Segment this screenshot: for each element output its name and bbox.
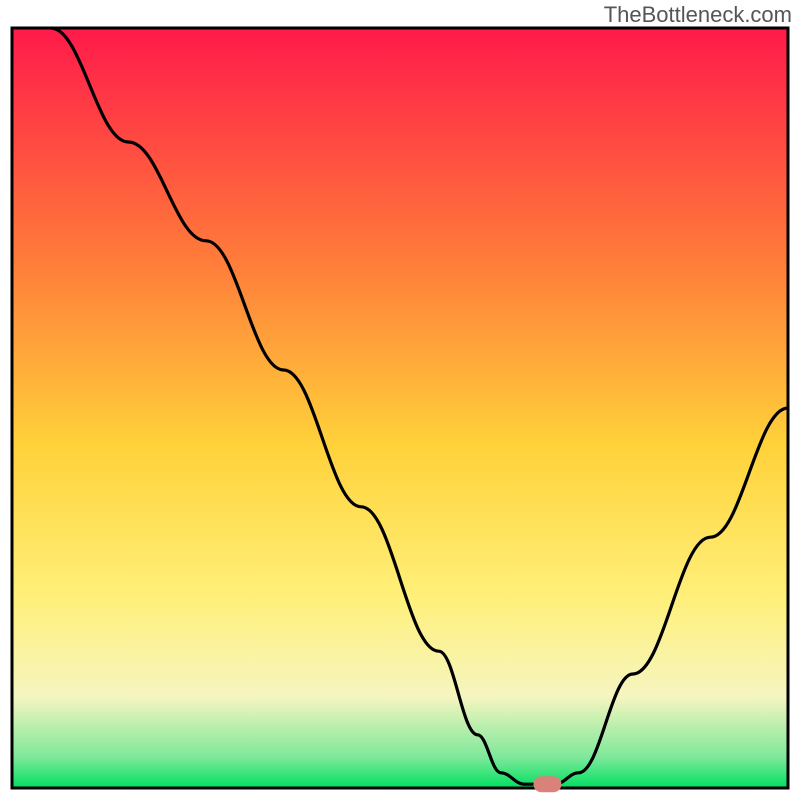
watermark-text: TheBottleneck.com bbox=[604, 2, 792, 28]
chart-svg bbox=[0, 0, 800, 800]
bottleneck-chart: TheBottleneck.com bbox=[0, 0, 800, 800]
optimal-marker bbox=[533, 776, 561, 792]
